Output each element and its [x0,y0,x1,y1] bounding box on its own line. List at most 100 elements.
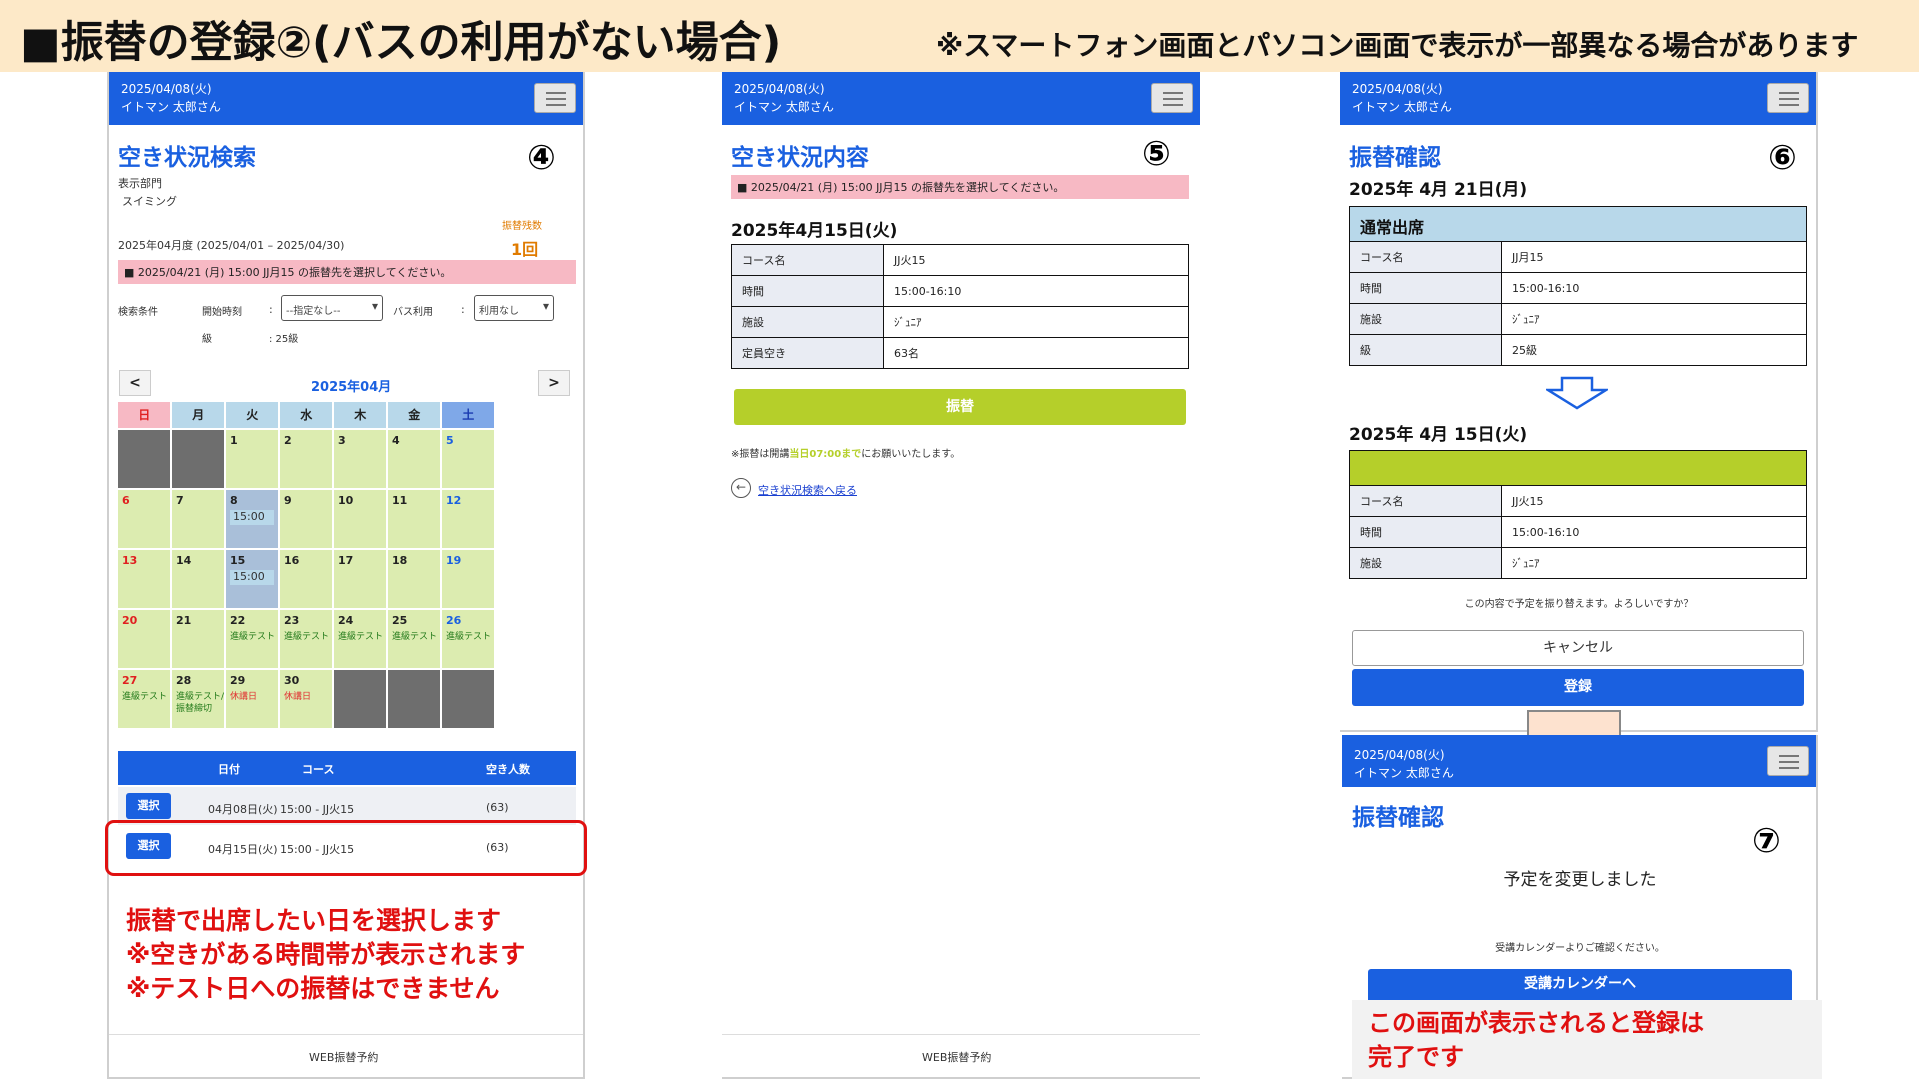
table-row: 時間 15:00-16:10 [1349,272,1807,304]
calendar-day[interactable]: 25 進級テスト [388,610,441,668]
day-note: 休講日 [230,692,258,702]
calendar-day[interactable]: 26 進級テスト [442,610,495,668]
cancel-button[interactable]: キャンセル [1352,630,1804,666]
next-month-button[interactable]: > [538,370,570,396]
day-note: 進級テスト [338,632,384,642]
table-row: 時間 15:00-16:10 [731,275,1189,307]
hamburger-menu-icon [546,104,566,106]
calendar-day[interactable]: 12 [442,490,495,548]
to-date: 2025年 4月 15日(火) [1349,425,1528,445]
calendar-day [172,430,225,488]
calendar-day[interactable]: 2 [280,430,333,488]
calendar-day[interactable]: 24 進級テスト [334,610,387,668]
select-button[interactable]: 選択 [126,793,171,819]
detail-date: 2025年4月15日(火) [731,221,898,241]
bus-value: 利用なし [479,306,519,317]
calendar-day[interactable]: 28 進級テスト/ 振替締切 [172,670,225,728]
header-date: 2025/04/08(火) [1352,82,1443,96]
back-arrow-circle-icon[interactable]: ← [731,478,751,498]
header-date: 2025/04/08(火) [1354,748,1445,762]
calendar-day[interactable]: 6 [118,490,171,548]
deadline-note-highlight: 当日07:00まで [789,449,862,460]
calendar-day[interactable]: 18 [388,550,441,608]
hamburger-menu-icon [1779,98,1799,100]
day-note: 進級テスト [284,632,330,642]
calendar-day[interactable]: 4 [388,430,441,488]
down-arrow-icon [1546,376,1608,410]
back-link[interactable]: 空き状況検索へ戻る [758,482,857,498]
calendar-day[interactable]: 9 [280,490,333,548]
calendar-day[interactable]: 8 15:00 [226,490,279,548]
calendar-day[interactable]: 5 [442,430,495,488]
step-number: ④ [527,138,556,178]
calendar-day[interactable]: 11 [388,490,441,548]
hamburger-menu-icon [1163,98,1183,100]
dept-value: スイミング [122,195,177,208]
calendar-day[interactable]: 17 [334,550,387,608]
calendar-day[interactable]: 29 休講日 [226,670,279,728]
start-time-label: 開始時刻 [202,307,242,318]
table-row: 時間 15:00-16:10 [1349,516,1807,548]
row-value: ｼﾞｭﾆｱ [1501,303,1807,335]
day-number: 2 [284,434,292,447]
calendar-day[interactable]: 1 [226,430,279,488]
calendar-day[interactable]: 3 [334,430,387,488]
footer-divider [109,1034,583,1035]
calendar-day[interactable]: 23 進級テスト [280,610,333,668]
register-button[interactable]: 登録 [1352,669,1804,706]
calendar-day[interactable]: 10 [334,490,387,548]
header-date: 2025/04/08(火) [734,82,825,96]
footer-text: WEB振替予約 [309,1051,379,1064]
prev-month-button[interactable]: < [119,370,151,396]
hamburger-menu-icon [546,92,566,94]
row-label: 施設 [1349,303,1502,335]
time-slot[interactable]: 15:00 [230,570,275,585]
menu-button[interactable] [1767,83,1809,113]
calendar-day[interactable]: 13 [118,550,171,608]
sub-message: 受講カレンダーよりご確認ください。 [1495,943,1665,954]
deadline-note: ※振替は開講当日07:00までにお願いいたします。 [731,445,960,460]
to-table: コース名 JJ火15 時間 15:00-16:10 施設 ｼﾞｭﾆｱ [1349,485,1807,579]
menu-button[interactable] [534,83,576,113]
remaining-value: 1回 [511,240,539,259]
table-row: 施設 ｼﾞｭﾆｱ [1349,547,1807,579]
menu-button[interactable] [1767,746,1809,776]
banner-note: ※スマートフォン画面とパソコン画面で表示が一部異なる場合があります [936,29,1859,62]
top-banner: ■振替の登録②(バスの利用がない場合) ※スマートフォン画面とパソコン画面で表示… [0,0,1919,72]
weekday-header: 金 [388,402,441,428]
calendar-day[interactable]: 15 15:00 [226,550,279,608]
bus-select[interactable]: 利用なし ▾ [474,295,554,321]
day-number: 26 [446,614,462,627]
time-slot[interactable]: 15:00 [230,510,275,525]
filter-label: 検索条件 [118,307,158,318]
list-header-date: 日付 [218,763,240,776]
calendar-day[interactable]: 14 [172,550,225,608]
calendar-day[interactable]: 22 進級テスト [226,610,279,668]
weekday-header: 土 [442,402,495,428]
done-message: 予定を変更しました [1503,870,1657,890]
step-number: ⑥ [1768,138,1797,178]
calendar-day[interactable]: 30 休講日 [280,670,333,728]
completion-note-line-1: この画面が表示されると登録は [1368,1009,1704,1037]
transfer-button[interactable]: 振替 [734,389,1186,425]
calendar-day[interactable]: 7 [172,490,225,548]
footer-divider [722,1034,1200,1035]
day-number: 7 [176,494,184,507]
instruction-line-2: ※空きがある時間帯が表示されます [126,940,526,969]
app-header: 2025/04/08(火) イトマン 太郎さん [1340,72,1816,125]
phone-screen-detail: 2025/04/08(火) イトマン 太郎さん 空き状況内容 ⑤ ■ 2025/… [722,72,1200,1079]
day-number: 12 [446,494,462,507]
weekday-header: 月 [172,402,225,428]
calendar-day[interactable]: 27 進級テスト [118,670,171,728]
menu-button[interactable] [1151,83,1193,113]
day-note: 進級テスト [392,632,438,642]
calendar-day[interactable]: 19 [442,550,495,608]
calendar-day[interactable]: 16 [280,550,333,608]
calendar-day[interactable]: 20 [118,610,171,668]
start-time-select[interactable]: --指定なし-- ▾ [281,295,383,321]
completion-note-line-2: 完了です [1368,1043,1464,1071]
row-label: 施設 [1349,547,1502,579]
message-bar: ■ 2025/04/21 (月) 15:00 JJ月15 の振替先を選択してくだ… [731,175,1189,199]
header-user: イトマン 太郎さん [1352,100,1452,114]
calendar-day[interactable]: 21 [172,610,225,668]
